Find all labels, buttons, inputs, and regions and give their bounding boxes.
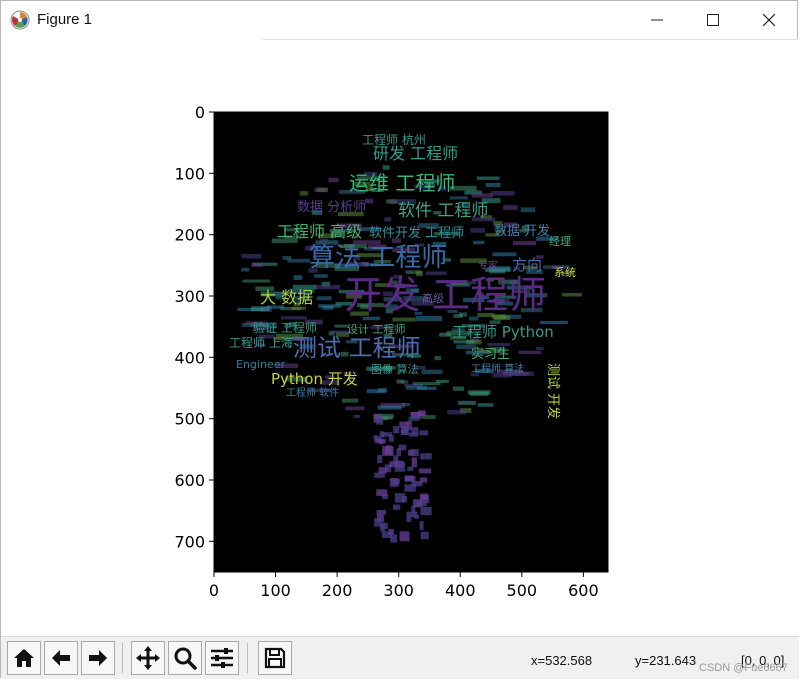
wordcloud-word: Python 开发 <box>271 370 358 388</box>
wordcloud-word: 测试 工程师 <box>293 334 421 362</box>
zoom-button[interactable] <box>168 641 202 675</box>
wordcloud-word: 验证 工程师 <box>253 320 317 335</box>
figure-window: Figure 1 开发 工程师 算法 工程师 测试 工程师 运维 工程师 研发 工程师软… <box>0 0 799 679</box>
floppy-disk-icon <box>264 647 286 669</box>
arrow-left-icon <box>52 650 70 666</box>
toolbar-separator <box>247 643 248 673</box>
wordcloud-word: 开发 工程师 <box>344 273 546 317</box>
pan-button[interactable] <box>131 641 165 675</box>
wordcloud-word: 工程师 软件 <box>286 386 339 399</box>
x-tick-label: 200 <box>322 581 353 600</box>
x-coordinate-readout: x=532.568 <box>531 653 593 668</box>
back-button[interactable] <box>44 641 78 675</box>
wordcloud-word: 系统 <box>554 266 576 279</box>
y-tick-label: 500 <box>174 410 205 429</box>
maximize-button[interactable] <box>685 1 741 39</box>
y-tick-label: 400 <box>174 348 205 367</box>
matplotlib-logo-icon <box>10 10 30 30</box>
title-bar: Figure 1 <box>1 1 797 39</box>
wordcloud-word: 工程师 算法 <box>471 362 524 375</box>
wordcloud-word: 大 数据 <box>260 288 313 307</box>
wordcloud-word: 运维 工程师 <box>349 171 455 195</box>
x-tick-label: 600 <box>568 581 599 600</box>
y-coordinate-readout: y=231.643 <box>635 653 697 668</box>
window-title: Figure 1 <box>37 11 93 28</box>
wordcloud-word: 测试 开发 <box>545 363 561 419</box>
wordcloud-word: 方向 <box>512 256 542 274</box>
x-tick-label: 100 <box>260 581 291 600</box>
wordcloud-word: 工程师 Python <box>452 323 554 341</box>
home-icon <box>14 649 34 667</box>
wordcloud-word: 专家 <box>478 259 498 272</box>
y-tick-label: 0 <box>195 103 205 122</box>
x-axis: 0 100 200 300 400 500 600 <box>209 572 599 600</box>
sliders-icon <box>211 648 233 668</box>
y-tick-label: 600 <box>174 471 205 490</box>
navigation-toolbar: x=532.568 y=231.643 [0, 0, 0] <box>1 636 799 679</box>
x-tick-label: 0 <box>209 581 219 600</box>
y-tick-label: 200 <box>174 226 205 245</box>
x-tick-label: 300 <box>383 581 414 600</box>
magnifier-icon <box>174 647 197 670</box>
wordcloud-word: 高级 <box>422 291 444 305</box>
close-button[interactable] <box>741 1 797 39</box>
wordcloud-word: 数据 开发 <box>494 223 550 239</box>
configure-subplots-button[interactable] <box>205 641 239 675</box>
y-tick-label: 700 <box>174 532 205 551</box>
close-icon <box>763 14 775 26</box>
minimize-button[interactable] <box>629 1 685 39</box>
wordcloud-word: 工程师 杭州 <box>362 132 426 147</box>
arrow-right-icon <box>89 650 107 666</box>
y-tick-label: 100 <box>174 164 205 183</box>
wordcloud-word: 软件 工程师 <box>398 201 488 221</box>
y-axis: 0 100 200 300 400 500 600 700 <box>174 103 214 551</box>
figure-canvas[interactable]: 开发 工程师 算法 工程师 测试 工程师 运维 工程师 研发 工程师 软件 工程师 工程师 … <box>1 40 799 636</box>
wordcloud-word: 经理 <box>549 235 571 248</box>
plot-svg[interactable]: 开发 工程师算法 工程师测试 工程师运维 工程师研发 工程师软件 工程师工程师 … <box>1 40 799 636</box>
move-icon <box>136 646 160 670</box>
watermark-text: CSDN @Fue6667 <box>699 662 788 674</box>
wordcloud-word: 设计 工程师 <box>347 323 406 336</box>
wordcloud-word: 工程师 高级 <box>277 222 362 241</box>
y-tick-label: 300 <box>174 287 205 306</box>
wordcloud-word: 数据 分析师 <box>297 200 366 215</box>
x-tick-label: 400 <box>445 581 476 600</box>
wordcloud-word: 工程师 上海 <box>229 335 293 350</box>
x-tick-label: 500 <box>507 581 538 600</box>
minimize-icon <box>651 19 663 21</box>
wordcloud-word: 算法 工程师 <box>309 243 447 273</box>
wordcloud-word: Engineer <box>236 358 285 371</box>
home-button[interactable] <box>7 641 41 675</box>
wordcloud-word: 软件开发 工程师 <box>369 225 464 241</box>
wordcloud-word: 实习生 <box>471 347 510 362</box>
toolbar-separator <box>122 643 123 673</box>
save-button[interactable] <box>258 641 292 675</box>
forward-button[interactable] <box>81 641 115 675</box>
wordcloud-word: 图像 算法 <box>371 362 419 376</box>
maximize-icon <box>707 14 719 26</box>
